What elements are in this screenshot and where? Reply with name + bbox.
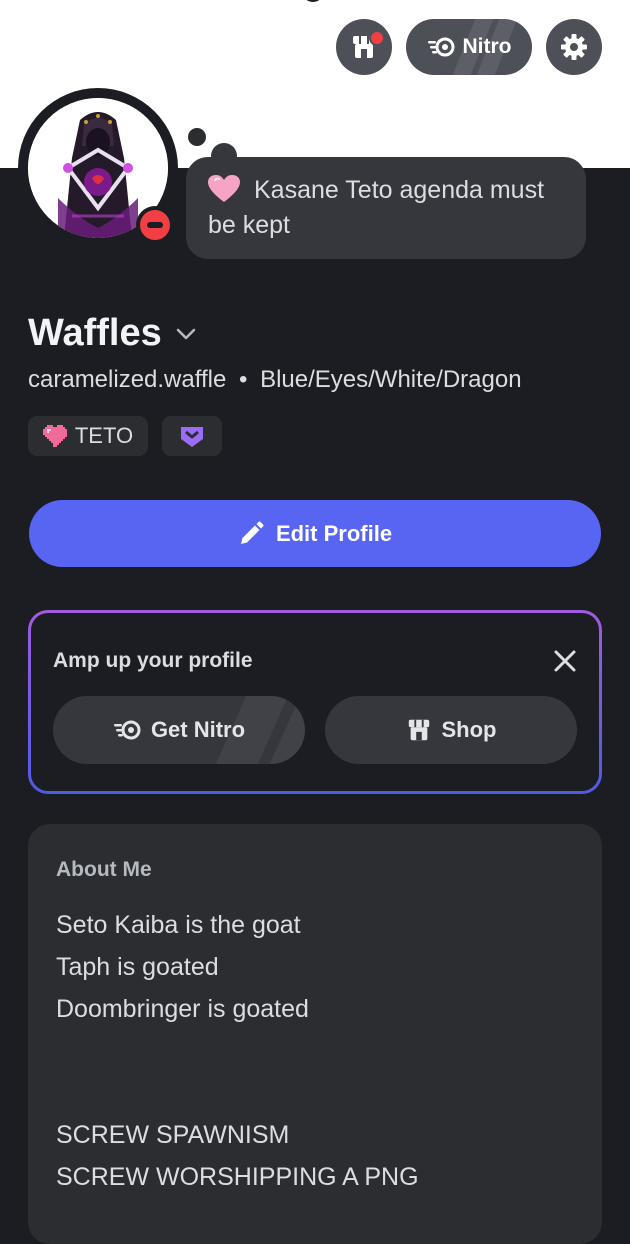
edit-profile-label: Edit Profile: [275, 520, 393, 546]
pixel-heart-icon: [42, 425, 67, 447]
shop-button[interactable]: [336, 19, 392, 75]
close-button[interactable]: [551, 647, 579, 675]
about-line: Seto Kaiba is the goat: [56, 911, 301, 939]
shop-icon: [408, 719, 429, 741]
about-me-title: About Me: [56, 858, 152, 881]
about-line: SCREW SPAWNISM: [56, 1121, 290, 1149]
about-line: SCREW WORSHIPPING A PNG: [56, 1163, 419, 1191]
custom-status-text: Kasane Teto agenda must be kept: [208, 176, 545, 239]
thought-bubble-dot: [188, 128, 206, 146]
about-line: Taph is goated: [56, 953, 219, 981]
get-nitro-label: Get Nitro: [150, 717, 246, 742]
teto-tag-label: TETO: [74, 423, 134, 448]
display-name: Waffles: [28, 312, 162, 354]
settings-button[interactable]: [546, 19, 602, 75]
chevron-down-icon: [176, 328, 195, 339]
about-me-text: Seto Kaiba is the goat Taph is goated Do…: [56, 904, 419, 1198]
pink-heart-emoji: [208, 175, 240, 202]
gear-icon: [561, 34, 587, 60]
nitro-icon: [427, 37, 454, 57]
amp-card-title: Amp up your profile: [53, 649, 253, 672]
about-line: Doombringer is goated: [56, 995, 309, 1023]
purple-badge-icon: [181, 427, 203, 447]
close-icon: [554, 650, 576, 672]
banner-edge-mark: [302, 0, 324, 2]
display-name-row[interactable]: Waffles: [28, 312, 196, 355]
profile-badge[interactable]: [162, 416, 222, 456]
get-nitro-button[interactable]: Get Nitro: [53, 696, 305, 764]
teto-tag[interactable]: TETO: [28, 416, 148, 456]
dnd-status-indicator: [140, 210, 170, 240]
pencil-icon: [240, 521, 264, 544]
nitro-button-content: Nitro: [427, 35, 512, 59]
amp-profile-card: Amp up your profile Get Nitro Shop: [28, 610, 602, 794]
pronouns: Blue/Eyes/White/Dragon: [260, 366, 522, 393]
about-me-card: About Me Seto Kaiba is the goat Taph is …: [28, 824, 602, 1244]
nitro-icon: [113, 720, 141, 740]
nitro-button-label: Nitro: [462, 35, 512, 58]
about-line: [56, 1030, 419, 1072]
username-line: caramelized.waffle • Blue/Eyes/White/Dra…: [28, 366, 522, 394]
edit-profile-button[interactable]: Edit Profile: [29, 500, 601, 567]
dnd-bar: [147, 222, 163, 228]
about-line: [56, 1072, 419, 1114]
notification-dot: [369, 30, 385, 46]
username: caramelized.waffle: [28, 366, 227, 393]
custom-status-bubble[interactable]: Kasane Teto agenda must be kept: [186, 157, 586, 259]
shop-label: Shop: [441, 717, 497, 742]
nitro-button[interactable]: Nitro: [406, 19, 532, 75]
shop-button[interactable]: Shop: [325, 696, 577, 764]
separator-dot: •: [239, 366, 248, 393]
get-nitro-content: Get Nitro: [113, 717, 245, 743]
